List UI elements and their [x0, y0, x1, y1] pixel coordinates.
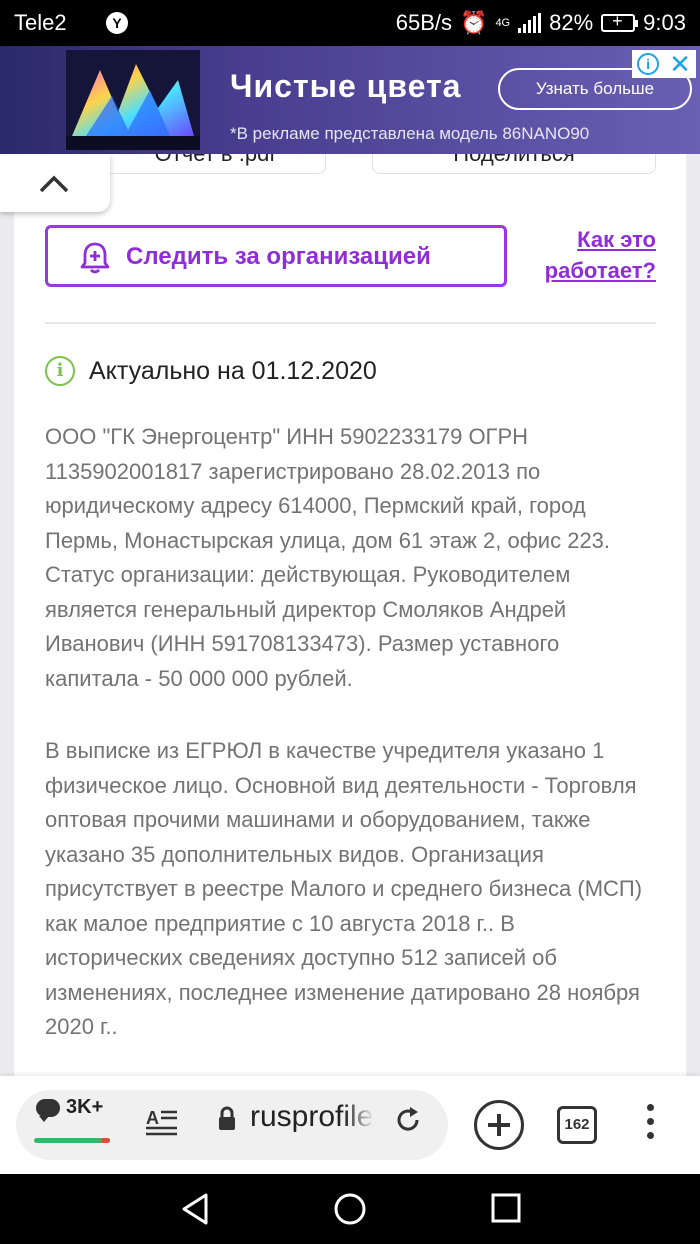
report-pdf-label: Отчет в .pdf	[105, 154, 325, 167]
url-text[interactable]: rusprofile.ru	[250, 1100, 374, 1140]
carrier-name: Tele2	[14, 10, 67, 35]
comments-rating-bar	[34, 1138, 110, 1143]
company-details-paragraph: В выписке из ЕГРЮЛ в качестве учредителя…	[45, 738, 643, 1039]
new-tab-button[interactable]	[474, 1100, 524, 1150]
comments-count: 3K+	[66, 1096, 104, 1118]
comments-button[interactable]: 3K+	[36, 1096, 104, 1122]
ad-banner[interactable]: Чистые цвета Узнать больше *В рекламе пр…	[0, 46, 700, 154]
how-it-works-link[interactable]: Как это работает?	[524, 224, 656, 286]
battery-icon	[601, 11, 639, 32]
svg-text:A: A	[146, 1108, 159, 1128]
reload-icon[interactable]	[394, 1106, 422, 1134]
share-button[interactable]: Поделиться	[372, 154, 656, 174]
browser-toolbar: 3K+ A rusprofile.ru 162	[0, 1076, 700, 1174]
reader-mode-icon[interactable]: A	[146, 1108, 178, 1136]
lock-icon	[219, 1106, 235, 1130]
clock: 9:03	[643, 10, 686, 35]
bell-plus-icon	[80, 242, 110, 274]
ad-image	[66, 50, 200, 150]
recents-icon[interactable]	[490, 1192, 522, 1224]
divider	[45, 322, 656, 324]
tabs-count-button[interactable]: 162	[557, 1106, 597, 1144]
page-content[interactable]: Отчет в .pdf Поделиться Следить за орган…	[0, 154, 700, 1076]
comment-bubble-icon	[36, 1098, 60, 1122]
report-pdf-button[interactable]: Отчет в .pdf	[104, 154, 326, 174]
follow-organization-button[interactable]: Следить за организацией	[45, 225, 507, 287]
menu-icon[interactable]	[640, 1104, 660, 1144]
info-icon[interactable]: i	[637, 53, 660, 75]
follow-organization-label: Следить за организацией	[126, 243, 431, 270]
battery-percent: 82%	[549, 10, 594, 35]
ad-disclaimer: *В рекламе представлена модель 86NANO90	[230, 124, 590, 143]
company-summary-paragraph: ООО "ГК Энергоцентр" ИНН 5902233179 ОГРН…	[45, 424, 611, 691]
yandex-icon: Y	[106, 12, 128, 34]
status-bar: Tele2 Y 65B/s ⏰ 4G 82% 9:03	[0, 0, 700, 46]
home-icon[interactable]	[333, 1192, 367, 1226]
status-right: 65B/s ⏰ 4G 82% 9:03	[396, 10, 686, 36]
alarm-icon: ⏰	[460, 10, 488, 35]
info-circle-icon: i	[45, 356, 75, 386]
close-icon[interactable]: ✕	[669, 51, 691, 77]
back-icon[interactable]	[178, 1192, 212, 1226]
actual-date-label: Актуально на 01.12.2020	[89, 356, 377, 385]
chevron-up-icon	[39, 175, 69, 193]
actual-date-row: i Актуально на 01.12.2020	[45, 354, 377, 388]
ad-choices[interactable]: i ✕	[632, 50, 696, 78]
network-type: 4G	[495, 17, 511, 29]
share-label: Поделиться	[373, 154, 655, 167]
network-speed: 65B/s	[395, 10, 453, 35]
collapse-button[interactable]	[0, 154, 110, 212]
navigation-bar	[0, 1174, 700, 1244]
signal-icon	[518, 13, 542, 33]
ad-title: Чистые цвета	[230, 68, 462, 104]
